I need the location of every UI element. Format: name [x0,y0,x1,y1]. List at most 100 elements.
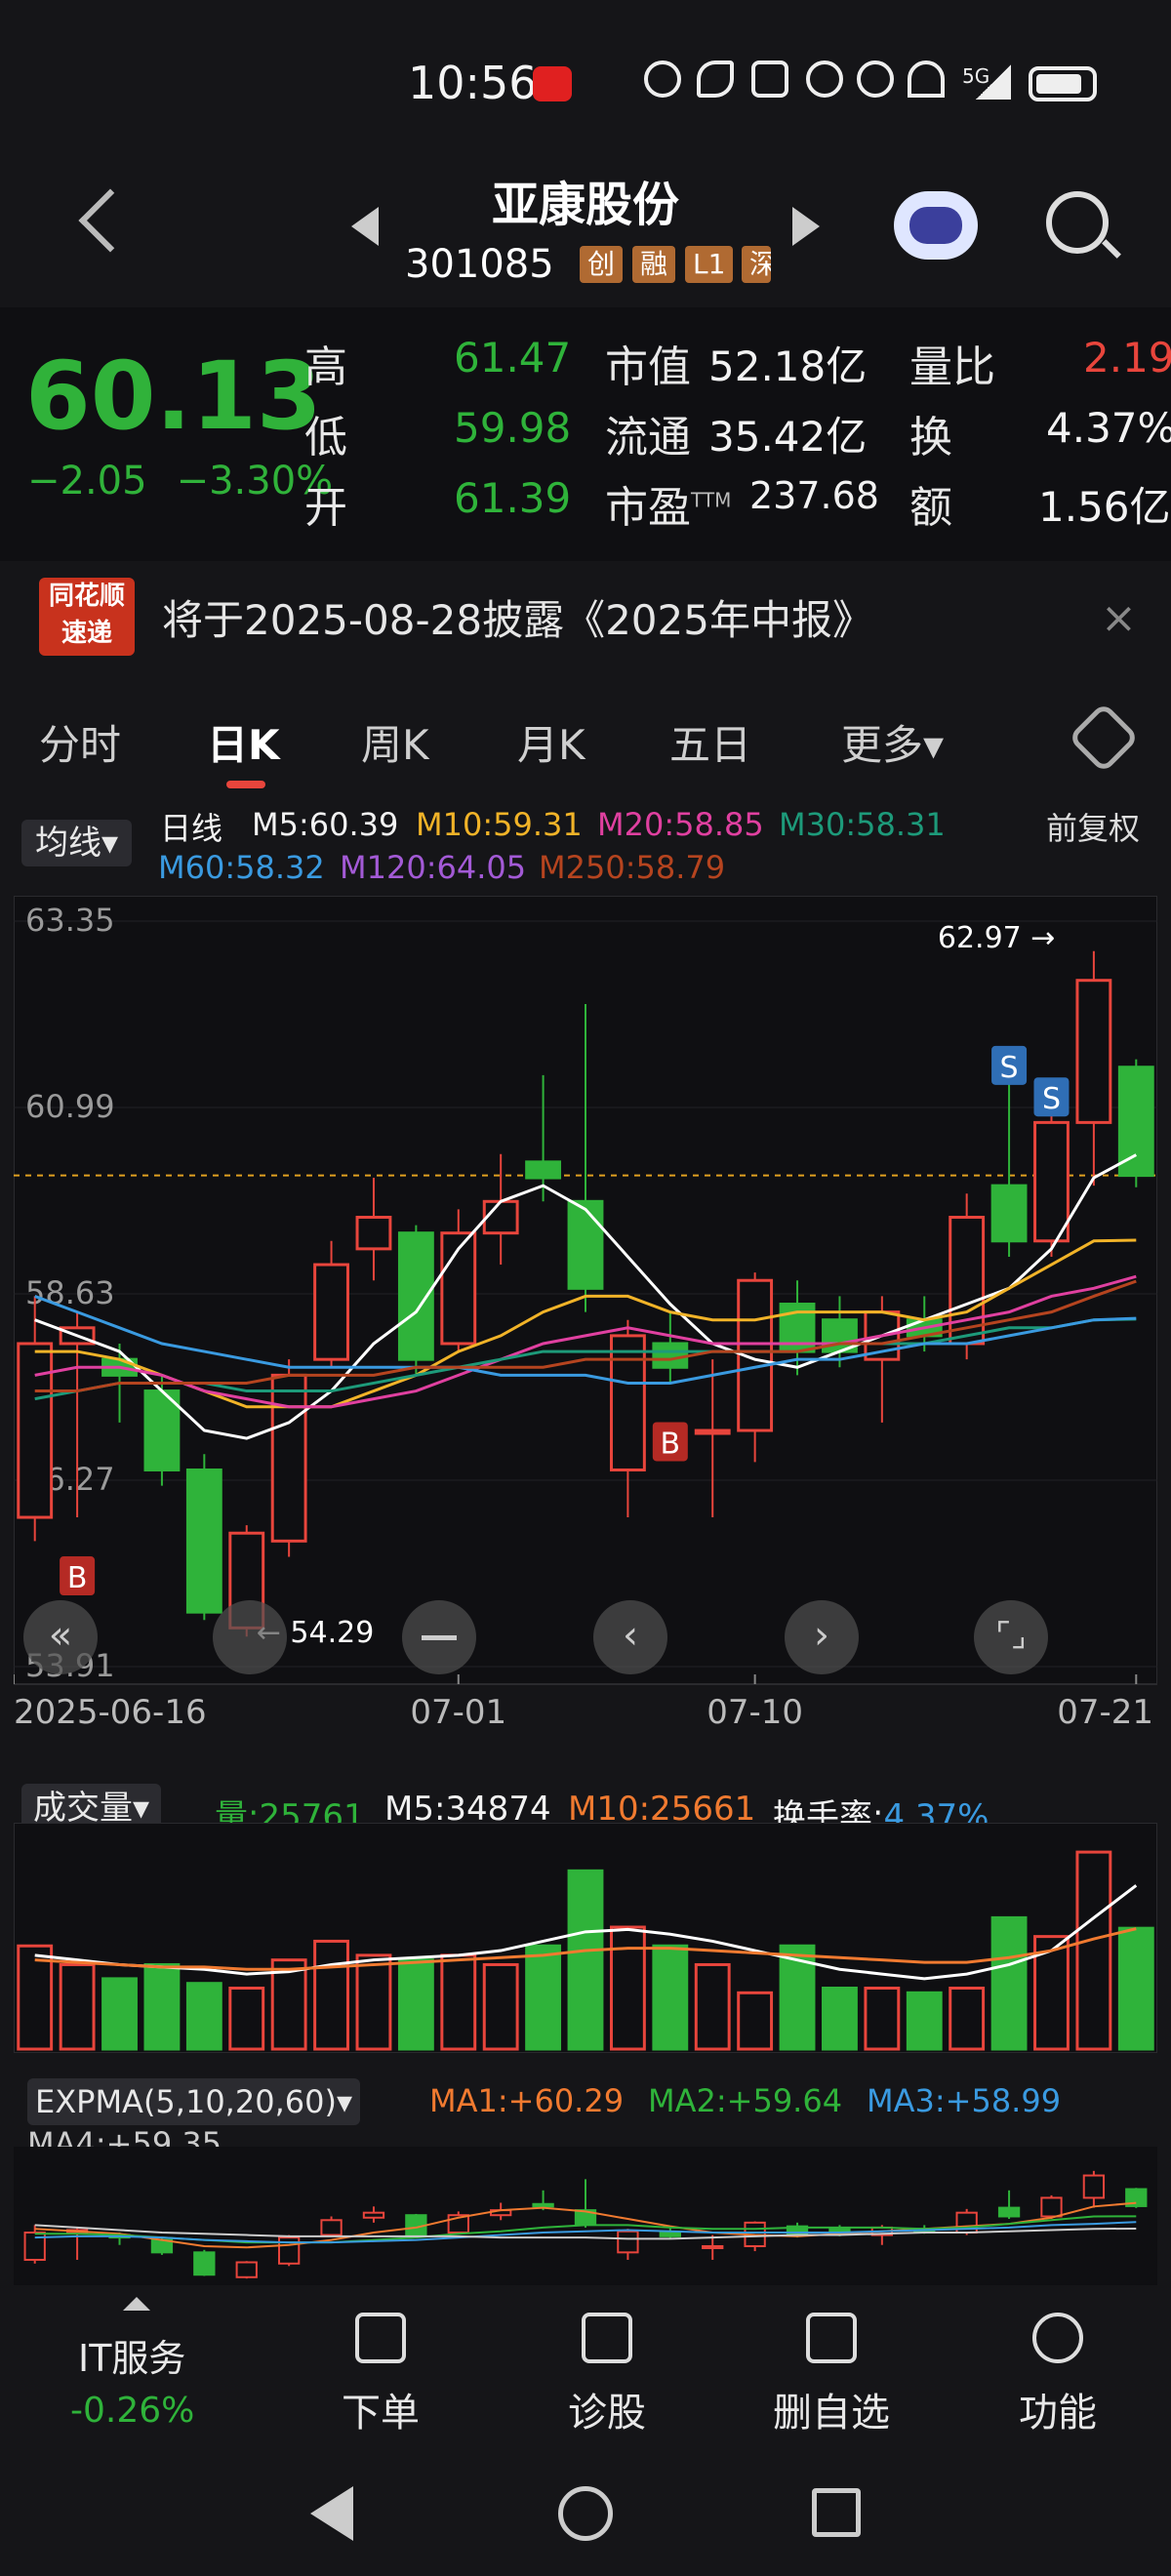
low-value: 59.98 [454,404,572,452]
tab-intraday[interactable]: 分时 [39,712,121,772]
high-value: 61.47 [454,334,572,382]
x-tick-label: 07-01 [410,1693,506,1727]
open-label: 开 [304,483,347,533]
sector-expand-icon[interactable] [123,2297,150,2311]
banner-text: 将于2025-08-28披露《2025年中报》 [162,596,873,644]
system-back-icon[interactable] [310,2486,353,2541]
tab-five-day[interactable]: 五日 [669,712,751,772]
candle-body [1117,1066,1154,1178]
sector-change: -0.26% [70,2391,195,2431]
nav-order[interactable]: 下单 [283,2381,478,2437]
expma-candle-body [617,2230,639,2254]
close-icon[interactable]: × [1101,593,1137,643]
zoom-out-button[interactable]: « [23,1600,98,1674]
x-tick-label: 07-21 [1057,1693,1153,1727]
volume-bar [101,1977,138,2051]
pe-label-text: 市盈 [605,483,691,533]
fullscreen-button[interactable]: ⌜⌟ [974,1600,1048,1674]
kline-chart[interactable]: 63.3560.9958.6356.2753.91 62.97 →← 54.29… [14,896,1157,1727]
prev-page-button[interactable]: ‹ [593,1600,667,1674]
tab-more[interactable]: 更多▾ [841,712,944,772]
mute-icon [857,60,894,98]
nav-functions[interactable]: 功能 [960,2381,1155,2437]
logo-line2: 速递 [61,619,112,648]
amount-label: 额 [909,483,952,533]
volume-chart[interactable] [14,1823,1157,2053]
candle-body [185,1468,222,1614]
candle-body [482,1199,519,1235]
indicator-selector[interactable]: 均线▾ [21,820,133,866]
wifi-icon [908,60,945,98]
nav-diagnose[interactable]: 诊股 [509,2381,705,2437]
minus-button[interactable] [402,1600,476,1674]
prev-stock-icon[interactable] [351,207,379,246]
signal-icon [976,64,1011,100]
volume-bar [906,1991,943,2051]
ma250-value: M250:58.79 [539,849,726,886]
notification-badge-icon [533,66,572,101]
y-tick-label: 63.35 [25,902,115,939]
sell-signal-badge: S [991,1045,1028,1085]
candle-body [270,1373,307,1543]
volume-bar [822,1987,858,2051]
chart-tabs [0,683,1171,790]
vol-ratio-label: 量比 [909,342,995,392]
tab-monthly-k[interactable]: 月K [517,712,586,772]
sector-name[interactable]: IT服务 [78,2328,185,2382]
x-tick-label: 07-10 [707,1693,803,1727]
adjust-mode[interactable]: 前复权 [1046,804,1140,849]
system-recents-icon[interactable] [812,2488,861,2537]
mktcap-value: 52.18亿 [708,342,868,390]
candle-body [652,1342,689,1369]
ma30-value: M30:58.31 [779,806,946,843]
zoom-in-button[interactable] [213,1600,287,1674]
series-label: 日线 [160,810,223,847]
candle-body [990,1184,1028,1243]
volume-bar [397,1958,434,2051]
expma-selector[interactable]: EXPMA(5,10,20,60)▾ [27,2078,360,2125]
candle-body [567,1199,604,1290]
signal-badge-text: B [67,1561,88,1595]
back-button[interactable] [68,181,137,268]
volume-bar [440,1953,477,2051]
status-time: 10:56 [408,57,538,109]
volume-bar [694,1962,731,2051]
volume-bar [1075,1850,1112,2051]
diagnose-icon [582,2313,632,2363]
next-page-button[interactable]: › [785,1600,859,1674]
volume-bar [990,1915,1028,2051]
volume-bar [228,1987,265,2051]
y-tick-label: 58.63 [25,1274,115,1311]
tab-daily-k[interactable]: 日K [207,712,280,772]
tab-weekly-k[interactable]: 周K [361,712,429,772]
remove-watchlist-icon [806,2313,857,2363]
stock-name: 亚康股份 [491,178,679,232]
signal-badge-text: S [1000,1051,1019,1085]
pe-value: 237.68 [749,474,879,517]
candle-body [313,1263,349,1361]
search-icon[interactable] [1046,191,1109,254]
system-home-icon[interactable] [558,2486,613,2541]
ma60-value: M60:58.32 [158,849,325,886]
expma-candle-body [702,2244,724,2249]
high-marker-label: 62.97 → [938,921,1056,955]
speed-icon [644,60,681,98]
ma10-value: M10:59.31 [416,806,583,843]
expma-candle-body [362,2211,385,2219]
tag-chuang: 创 [580,246,624,283]
candle-body [17,1342,54,1519]
candle-body [609,1334,646,1471]
stock-code: 301085 [405,242,554,287]
turnover-label: 换 [909,413,952,463]
next-stock-icon[interactable] [792,207,820,246]
logo-line1: 同花顺 [48,582,125,611]
pe-label: 市盈TTM [605,472,731,535]
buy-signal-badge: B [60,1556,96,1596]
price-change: −2.05 −3.30% [27,459,333,503]
expma-chart[interactable] [14,2147,1157,2285]
nav-remove-watchlist[interactable]: 删自选 [734,2381,929,2437]
expma-candle-body [1040,2196,1063,2218]
expma-candle-body [320,2219,343,2236]
ai-robot-icon[interactable] [894,191,978,260]
volume-bar [864,1987,901,2051]
